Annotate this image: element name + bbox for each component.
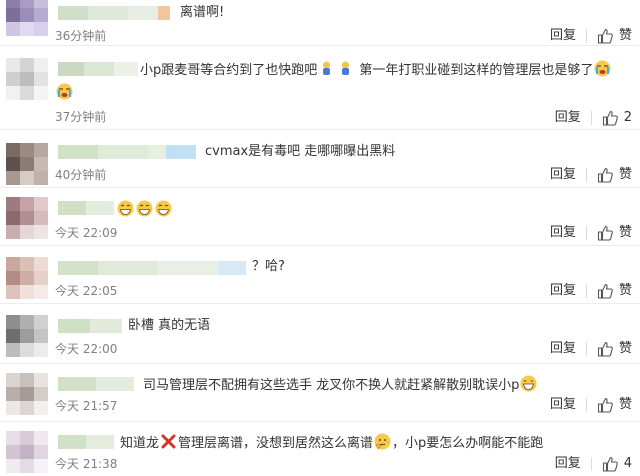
comment-time: 今天 21:57 xyxy=(55,399,118,413)
divider xyxy=(590,111,592,125)
comment-actions: 回复 赞 xyxy=(550,26,632,46)
username-blurred[interactable] xyxy=(58,261,246,275)
like-count: 赞 xyxy=(618,397,632,412)
username-blurred[interactable] xyxy=(58,6,176,20)
like-button[interactable]: 4 xyxy=(602,454,632,474)
comment-text: 小p跟麦哥等合约到了也快跑吧 第一年打职业碰到这样的管理层也是够了 xyxy=(140,60,612,80)
comment-time: 今天 22:09 xyxy=(55,226,118,240)
username-blurred[interactable] xyxy=(58,62,138,76)
like-button[interactable]: 赞 xyxy=(597,165,632,185)
comment-actions: 回复 2 xyxy=(555,108,632,128)
like-button[interactable]: 2 xyxy=(602,108,632,128)
avatar[interactable] xyxy=(6,431,48,473)
comment-item: 小p跟麦哥等合约到了也快跑吧 第一年打职业碰到这样的管理层也是够了 37分钟前 … xyxy=(0,48,640,130)
comment-actions: 回复 赞 xyxy=(550,223,632,243)
avatar[interactable] xyxy=(6,0,48,36)
comment-item: 卧槽 真的无语 今天 22:00 回复 赞 xyxy=(0,305,640,364)
comment-text: cvmax是有毒吧 走哪哪曝出黑料 xyxy=(205,144,396,159)
reply-button[interactable]: 回复 xyxy=(550,223,576,243)
reply-button[interactable]: 回复 xyxy=(550,339,576,359)
comment-time: 36分钟前 xyxy=(55,29,107,43)
like-button[interactable]: 赞 xyxy=(597,395,632,415)
divider xyxy=(585,284,587,298)
comment-item: 今天 22:09 回复 赞 xyxy=(0,189,640,246)
thumbs-up-icon xyxy=(597,225,613,241)
thumbs-up-icon xyxy=(597,28,613,44)
comment-actions: 回复 赞 xyxy=(550,165,632,185)
avatar[interactable] xyxy=(6,257,48,299)
comment-actions: 回复 赞 xyxy=(550,281,632,301)
username-blurred[interactable] xyxy=(58,377,134,391)
reply-button[interactable]: 回复 xyxy=(550,281,576,301)
thumbs-up-icon xyxy=(597,341,613,357)
reply-button[interactable]: 回复 xyxy=(555,454,581,474)
divider xyxy=(585,29,587,43)
like-button[interactable]: 赞 xyxy=(597,26,632,46)
comment-item: 离谱啊! 36分钟前 回复 赞 xyxy=(0,0,640,46)
comment-item: 知道龙 管理层离谱，没想到居然这么离谱 ，小p要怎么办啊能不能跑 今天 21:38 … xyxy=(0,423,640,476)
like-count: 4 xyxy=(623,456,632,471)
reply-button[interactable]: 回复 xyxy=(550,395,576,415)
thumbs-up-icon xyxy=(597,167,613,183)
comment-time: 今天 22:05 xyxy=(55,284,118,298)
comment-item: ？哈? 今天 22:05 回复 赞 xyxy=(0,247,640,304)
username-blurred[interactable] xyxy=(58,201,114,215)
comment-time: 40分钟前 xyxy=(55,168,107,182)
like-count: 2 xyxy=(623,110,632,125)
crying-emoji-icon xyxy=(56,83,73,100)
comment-list: 离谱啊! 36分钟前 回复 赞 小p跟麦哥等合约到了也快跑吧 第一年打职业碰到这… xyxy=(0,0,640,476)
avatar[interactable] xyxy=(6,197,48,239)
reply-button[interactable]: 回复 xyxy=(555,108,581,128)
praying-emoji-icon xyxy=(342,61,350,75)
like-count: 赞 xyxy=(618,225,632,240)
username-blurred[interactable] xyxy=(58,145,196,159)
divider xyxy=(585,342,587,356)
grinning-emoji-icon xyxy=(117,200,134,217)
divider xyxy=(590,457,592,471)
username-blurred[interactable] xyxy=(58,435,114,449)
divider xyxy=(585,226,587,240)
comment-text: 知道龙 管理层离谱，没想到居然这么离谱 ，小p要怎么办啊能不能跑 xyxy=(120,433,543,453)
reply-button[interactable]: 回复 xyxy=(550,165,576,185)
username-blurred[interactable] xyxy=(58,319,122,333)
like-count: 赞 xyxy=(618,28,632,43)
cross-mark-icon xyxy=(161,434,176,449)
comment-actions: 回复 4 xyxy=(555,454,632,474)
comment-actions: 回复 赞 xyxy=(550,339,632,359)
thumbs-up-icon xyxy=(597,283,613,299)
comment-time: 今天 21:38 xyxy=(55,457,118,471)
grinning-emoji-icon xyxy=(155,200,172,217)
reply-button[interactable]: 回复 xyxy=(550,26,576,46)
avatar[interactable] xyxy=(6,373,48,415)
like-button[interactable]: 赞 xyxy=(597,223,632,243)
comment-text: 离谱啊! xyxy=(180,5,225,20)
comment-text: 卧槽 真的无语 xyxy=(128,318,211,333)
comment-time: 今天 22:00 xyxy=(55,342,118,356)
like-button[interactable]: 赞 xyxy=(597,339,632,359)
grinning-emoji-icon xyxy=(136,200,153,217)
like-button[interactable]: 赞 xyxy=(597,281,632,301)
comment-text: 司马管理层不配拥有这些选手 龙叉你不换人就赶紧解散别耽误小p xyxy=(143,375,538,395)
like-count: 赞 xyxy=(618,341,632,356)
like-count: 赞 xyxy=(618,167,632,182)
thinking-emoji-icon xyxy=(374,433,391,450)
avatar[interactable] xyxy=(6,58,48,100)
comment-item: 司马管理层不配拥有这些选手 龙叉你不换人就赶紧解散别耽误小p 今天 21:57 … xyxy=(0,365,640,422)
thumbs-up-icon xyxy=(602,110,618,126)
praying-emoji-icon xyxy=(323,61,331,75)
thumbs-up-icon xyxy=(602,456,618,472)
avatar[interactable] xyxy=(6,315,48,357)
divider xyxy=(585,168,587,182)
avatar[interactable] xyxy=(6,143,48,185)
laughing-emoji-icon xyxy=(520,375,537,392)
comment-time: 37分钟前 xyxy=(55,110,107,124)
comment-actions: 回复 赞 xyxy=(550,395,632,415)
like-count: 赞 xyxy=(618,283,632,298)
comment-text: ？哈? xyxy=(252,259,285,274)
thumbs-up-icon xyxy=(597,397,613,413)
comment-text xyxy=(116,200,173,220)
crying-emoji-icon xyxy=(594,60,611,77)
comment-item: cvmax是有毒吧 走哪哪曝出黑料 40分钟前 回复 赞 xyxy=(0,131,640,188)
divider xyxy=(585,398,587,412)
